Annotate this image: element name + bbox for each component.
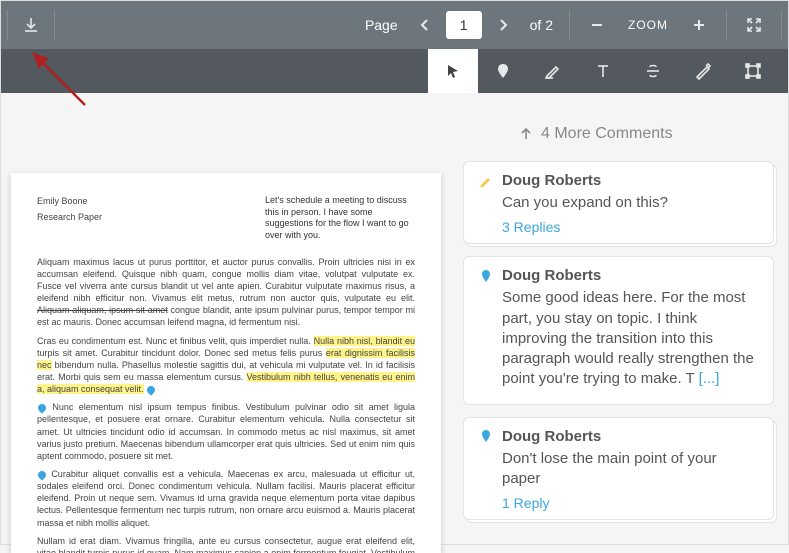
- page-total-label: of 2: [530, 17, 553, 33]
- top-toolbar: Page 1 of 2 ZOOM: [1, 1, 788, 49]
- prev-page-button[interactable]: [408, 8, 442, 42]
- comment-card[interactable]: Doug Roberts Can you expand on this? 3 Re…: [463, 161, 774, 244]
- pin-icon[interactable]: [145, 384, 156, 395]
- document-page[interactable]: Emily Boone Research Paper Let's schedul…: [11, 173, 441, 553]
- page-number-input[interactable]: 1: [446, 11, 482, 39]
- strikethrough-tool[interactable]: [628, 49, 678, 93]
- pin-icon[interactable]: [36, 469, 47, 480]
- comment-author: Doug Roberts: [502, 428, 601, 445]
- pin-icon: [478, 428, 494, 444]
- doc-title: Research Paper: [37, 211, 102, 223]
- zoom-label: ZOOM: [628, 18, 668, 32]
- annotation-toolbar: [1, 49, 788, 93]
- pin-icon: [478, 268, 494, 284]
- area-select-tool[interactable]: [728, 49, 778, 93]
- zoom-in-button[interactable]: [682, 8, 716, 42]
- draw-tool[interactable]: [678, 49, 728, 93]
- comment-replies-link[interactable]: 1 Reply: [502, 495, 759, 511]
- doc-author: Emily Boone: [37, 195, 102, 207]
- doc-paragraph: Nunc elementum nisl ipsum tempus finibus…: [37, 401, 415, 462]
- inline-comment-text: Let's schedule a meeting to discuss this…: [265, 195, 415, 242]
- comments-panel: 4 More Comments Doug Roberts Can you expa…: [459, 103, 788, 544]
- arrow-up-icon: [519, 127, 533, 141]
- doc-paragraph: Curabitur aliquet convallis est a vehicu…: [37, 468, 415, 529]
- comment-author: Doug Roberts: [502, 267, 601, 284]
- pin-tool[interactable]: [478, 49, 528, 93]
- highlight-tool[interactable]: [528, 49, 578, 93]
- doc-paragraph: Nullam id erat diam. Vivamus fringilla, …: [37, 535, 415, 553]
- comment-author: Doug Roberts: [502, 172, 601, 189]
- comment-card[interactable]: Doug Roberts Some good ideas here. For th…: [463, 256, 774, 404]
- pin-icon[interactable]: [36, 402, 47, 413]
- text-tool[interactable]: [578, 49, 628, 93]
- comment-body: Don't lose the main point of your paper: [502, 449, 759, 490]
- comment-replies-link[interactable]: 3 Replies: [502, 219, 759, 235]
- comment-body: Can you expand on this?: [502, 193, 759, 213]
- expand-comment-link[interactable]: [...]: [699, 370, 720, 387]
- zoom-out-button[interactable]: [580, 8, 614, 42]
- next-page-button[interactable]: [486, 8, 520, 42]
- comment-body: Some good ideas here. For the most part,…: [502, 288, 759, 389]
- doc-paragraph: Aliquam maximus lacus ut purus porttitor…: [37, 256, 415, 329]
- pointer-tool[interactable]: [428, 49, 478, 93]
- highlight-icon: [478, 173, 494, 189]
- doc-paragraph: Cras eu condimentum est. Nunc et finibus…: [37, 335, 415, 396]
- more-comments-link[interactable]: 4 More Comments: [463, 125, 774, 143]
- fullscreen-button[interactable]: [737, 8, 771, 42]
- page-label: Page: [365, 17, 398, 33]
- download-button[interactable]: [14, 8, 48, 42]
- comment-card[interactable]: Doug Roberts Don't lose the main point of…: [463, 417, 774, 521]
